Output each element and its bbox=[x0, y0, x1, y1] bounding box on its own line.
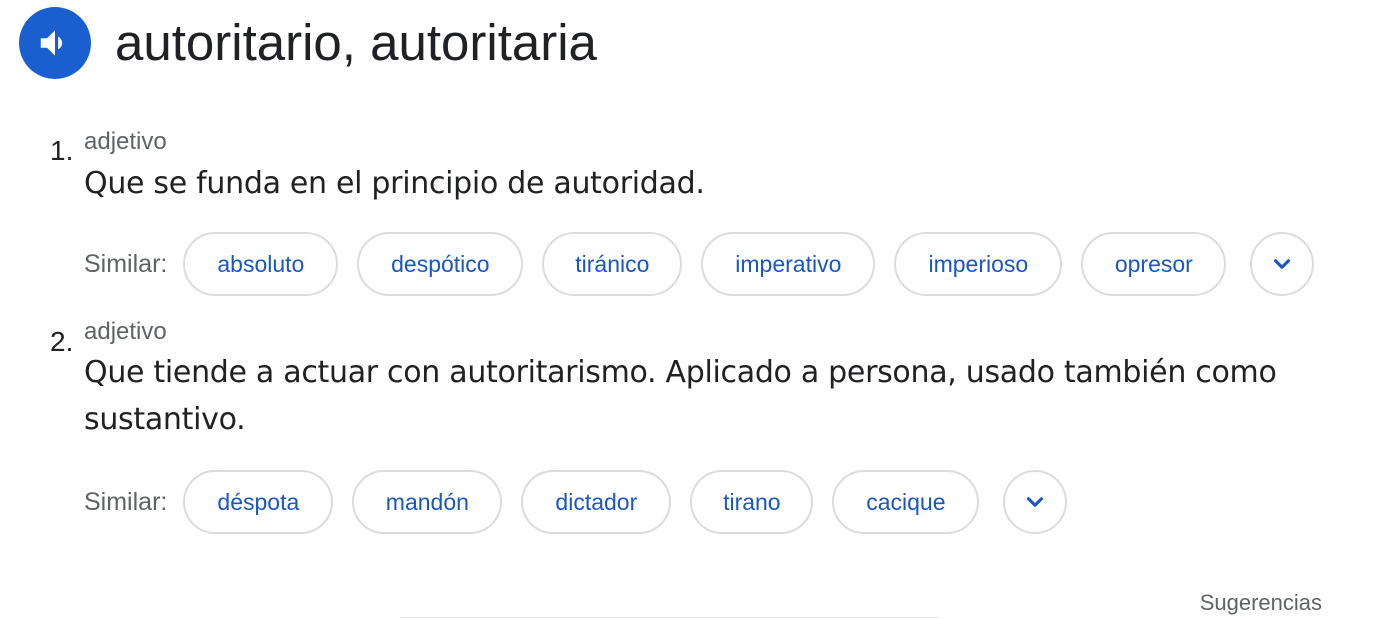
expand-similar-button[interactable] bbox=[1003, 470, 1068, 534]
headword: autoritario, autoritaria bbox=[115, 14, 597, 71]
pronunciation-button[interactable] bbox=[19, 7, 91, 79]
suggestions-link[interactable]: Sugerencias bbox=[1200, 590, 1322, 616]
similar-chip[interactable]: opresor bbox=[1081, 232, 1227, 296]
similar-chip[interactable]: tirano bbox=[690, 470, 814, 534]
part-of-speech: adjetivo bbox=[84, 318, 167, 345]
definition: Que tiende a actuar con autoritarismo. A… bbox=[84, 355, 1277, 437]
similar-chip[interactable]: déspota bbox=[183, 470, 334, 534]
similar-row: Similar: absoluto despótico tiránico imp… bbox=[84, 232, 1315, 296]
similar-chip[interactable]: imperioso bbox=[894, 232, 1063, 296]
similar-chip[interactable]: imperativo bbox=[701, 232, 876, 296]
similar-chip[interactable]: cacique bbox=[832, 470, 980, 534]
similar-chip[interactable]: mandón bbox=[352, 470, 503, 534]
similar-label: Similar: bbox=[84, 249, 168, 278]
similar-chip[interactable]: tiránico bbox=[542, 232, 683, 296]
similar-chip[interactable]: despótico bbox=[357, 232, 524, 296]
volume-up-icon bbox=[40, 30, 63, 56]
definition: Que se funda en el principio de autorida… bbox=[84, 166, 705, 201]
part-of-speech: adjetivo bbox=[84, 128, 167, 155]
similar-row: Similar: déspota mandón dictador tirano … bbox=[84, 470, 1068, 534]
chevron-down-icon bbox=[1027, 497, 1044, 507]
similar-chip[interactable]: absoluto bbox=[183, 232, 339, 296]
expand-similar-button[interactable] bbox=[1250, 232, 1315, 296]
divider bbox=[400, 617, 940, 618]
chevron-down-icon bbox=[1274, 259, 1291, 269]
similar-chip[interactable]: dictador bbox=[521, 470, 672, 534]
similar-label: Similar: bbox=[84, 487, 168, 516]
sense-number: 1. bbox=[50, 135, 74, 166]
sense-number: 2. bbox=[50, 326, 74, 357]
